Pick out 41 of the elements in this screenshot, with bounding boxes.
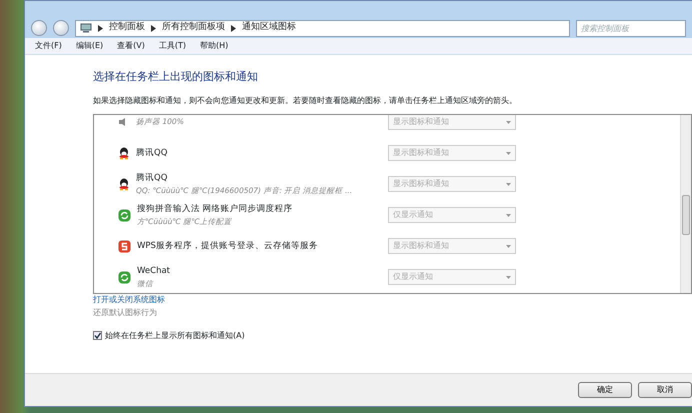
address-bar[interactable]: 控制面板 所有控制面板项 通知区域图标	[75, 20, 570, 36]
menu-item[interactable]: 帮助(H)	[200, 40, 228, 52]
caret-icon	[506, 152, 511, 154]
app-name: WeChat	[137, 265, 170, 278]
breadcrumb-item[interactable]: 通知区域图标	[242, 21, 296, 35]
app-name: 搜狗拼音输入法 网络账户同步调度程序	[137, 203, 293, 216]
breadcrumb-item[interactable]: 控制面板	[109, 21, 145, 35]
menu-item[interactable]: 工具(T)	[158, 40, 186, 52]
chevron-icon[interactable]	[151, 24, 156, 32]
search-field[interactable]: 搜索控制面板	[576, 20, 686, 36]
restore-defaults-link[interactable]: 还原默认图标行为	[93, 308, 157, 317]
app-name: WPS服务程序，提供账号登录、云存储等服务	[137, 240, 318, 252]
menu-item[interactable]: 文件(F)	[35, 40, 62, 52]
sync-icon	[118, 208, 131, 222]
scrollbar-thumb[interactable]	[682, 194, 690, 234]
caret-icon	[506, 182, 511, 186]
chevron-icon[interactable]	[231, 24, 236, 32]
system-icons-link[interactable]: 打开或关闭系统图标	[93, 294, 165, 304]
menu-item[interactable]: 查看(V)	[117, 40, 145, 52]
always-show-label: 始终在任务栏上显示所有图标和通知(A)	[105, 330, 245, 342]
computer-icon	[80, 23, 92, 33]
chevron-icon[interactable]	[98, 24, 103, 32]
description-text: 如果选择隐藏图标和通知，则不会向您通知更改和更新。若要随时查看隐藏的图标，请单击任务栏上通知区域旁的箭头。	[93, 94, 518, 106]
always-show-checkbox[interactable]	[93, 331, 102, 340]
penguin-icon	[118, 146, 130, 160]
sync-icon	[118, 270, 131, 284]
forward-button[interactable]	[53, 20, 69, 36]
dialog-button[interactable]: 确定	[578, 382, 632, 398]
caret-icon	[506, 120, 511, 124]
s-logo-icon	[118, 240, 131, 252]
app-name: 腾讯QQ	[136, 146, 168, 160]
dialog-button[interactable]: 取消	[638, 382, 692, 398]
caret-icon	[506, 276, 511, 278]
page-heading: 选择在任务栏上出现的图标和通知	[93, 69, 259, 85]
breadcrumb-item[interactable]: 所有控制面板项	[162, 21, 225, 35]
menu-item[interactable]: 编辑(E)	[76, 40, 104, 52]
app-name: 腾讯QQ	[136, 172, 168, 185]
caret-icon	[506, 214, 511, 216]
back-button[interactable]	[31, 20, 47, 36]
caret-icon	[506, 244, 511, 248]
penguin-icon	[118, 178, 130, 190]
